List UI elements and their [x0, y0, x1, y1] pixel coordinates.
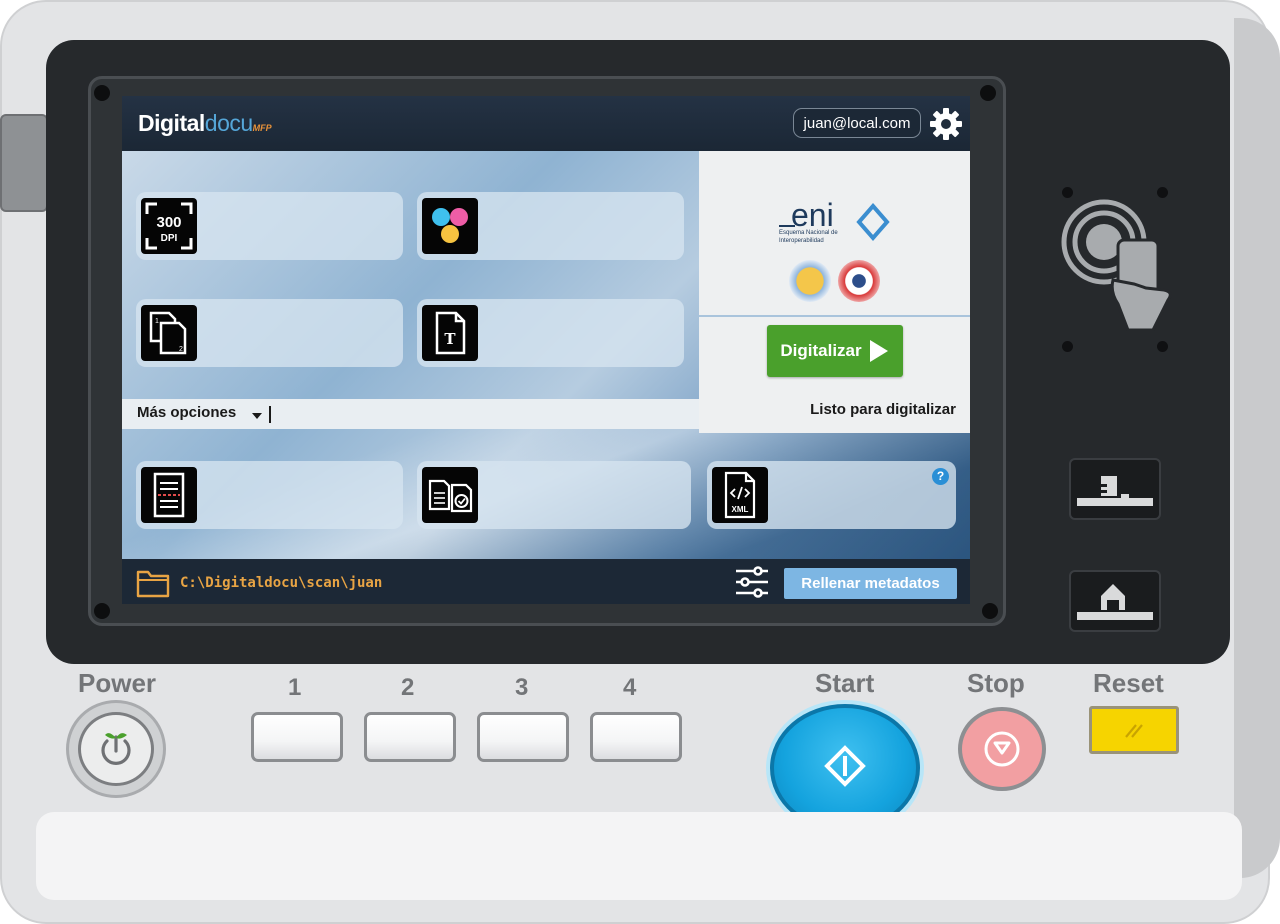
right-panel-divider — [699, 315, 970, 317]
scan-destination-path[interactable]: C:\Digitaldocu\scan\juan — [180, 575, 382, 591]
svg-text:Interoperabilidad: Interoperabilidad — [779, 238, 824, 244]
document-separator-icon — [141, 467, 197, 523]
copy-hardware-key[interactable] — [1069, 458, 1161, 520]
svg-text:300: 300 — [156, 214, 181, 231]
resolution-300dpi-icon: 300 DPI — [141, 198, 197, 254]
nfc-reader-icon — [1061, 199, 1172, 332]
front-tray — [36, 812, 1242, 900]
svg-text:2: 2 — [179, 346, 183, 353]
tile-resolution[interactable]: 300 DPI — [136, 192, 403, 260]
stop-label: Stop — [967, 668, 1025, 698]
power-label: Power — [78, 668, 157, 698]
memory-key-4[interactable] — [590, 712, 682, 762]
more-options-dropdown[interactable]: Más opciones — [137, 404, 236, 421]
eni-logo: eni Esquema Nacional de Interoperabilida… — [779, 197, 890, 244]
scan-frame-icon: 300 DPI — [145, 202, 193, 250]
side-tab — [0, 114, 48, 212]
status-text: Listo para digitalizar — [810, 401, 956, 418]
mfp-device: DigitaldocuMFP juan@local.com 300 DPI 1 … — [0, 0, 1280, 924]
file-format-icon — [422, 467, 478, 523]
memory-key-label-4: 4 — [623, 674, 637, 701]
memory-key-1[interactable] — [251, 712, 343, 762]
svg-text:Esquema Nacional de: Esquema Nacional de — [779, 230, 838, 236]
svg-text:XML: XML — [732, 505, 749, 514]
play-icon — [869, 340, 888, 362]
power-button-face — [78, 712, 154, 786]
memory-key-label-2: 2 — [401, 674, 415, 701]
chevron-down-icon[interactable] — [252, 413, 262, 419]
screen-corner-dot — [982, 603, 998, 619]
home-icon — [1077, 584, 1153, 620]
tile-xml-metadata[interactable]: XML — [707, 461, 956, 529]
document-t-icon: T — [435, 311, 466, 355]
reset-slash-icon — [1125, 724, 1143, 738]
fill-metadata-button[interactable]: Rellenar metadatos — [784, 568, 957, 599]
two-pages-icon: 1 2 — [149, 311, 187, 355]
tile-file-format[interactable] — [417, 461, 691, 529]
documents-check-icon — [428, 479, 473, 513]
reset-label: Reset — [1093, 668, 1164, 698]
duplex-pages-icon: 1 2 — [141, 305, 197, 361]
tile-color-mode[interactable] — [417, 192, 684, 260]
screen-corner-dot — [94, 85, 110, 101]
xml-document-icon: XML — [724, 471, 756, 519]
separator-page-icon — [153, 472, 185, 518]
right-info-panel — [699, 151, 970, 433]
cmy-dots-icon — [432, 208, 468, 243]
gear-icon[interactable] — [928, 106, 964, 142]
nfc-screw-dot — [1062, 341, 1073, 352]
text-cursor — [269, 406, 271, 423]
nfc-screw-dot — [1157, 341, 1168, 352]
help-icon[interactable]: ? — [932, 468, 949, 485]
app-logo: DigitaldocuMFP — [138, 110, 272, 136]
svg-text:DPI: DPI — [161, 233, 178, 244]
top-bar: DigitaldocuMFP juan@local.com — [122, 96, 970, 151]
stop-octagon-icon — [984, 731, 1020, 767]
digitize-button[interactable]: Digitalizar — [767, 325, 903, 377]
reset-button[interactable] — [1089, 706, 1179, 754]
memory-key-label-3: 3 — [515, 674, 529, 701]
tile-document-separation[interactable] — [136, 461, 403, 529]
memory-key-3[interactable] — [477, 712, 569, 762]
text-document-icon: T — [422, 305, 478, 361]
start-label: Start — [815, 668, 875, 698]
power-button[interactable] — [66, 700, 166, 798]
user-account-pill[interactable]: juan@local.com — [793, 108, 921, 138]
memory-key-2[interactable] — [364, 712, 456, 762]
screen-corner-dot — [980, 85, 996, 101]
svg-text:eni: eni — [791, 197, 834, 233]
home-hardware-key[interactable] — [1069, 570, 1161, 632]
certification-seal — [838, 260, 880, 302]
svg-text:1: 1 — [155, 318, 159, 325]
color-mode-icon — [422, 198, 478, 254]
stop-button[interactable] — [958, 707, 1046, 791]
certification-seal — [789, 260, 831, 302]
settings-sliders-icon[interactable] — [734, 566, 770, 598]
memory-key-label-1: 1 — [288, 674, 302, 701]
xml-file-icon: XML — [712, 467, 768, 523]
tile-duplex[interactable]: 1 2 — [136, 299, 403, 367]
copier-icon — [1077, 476, 1153, 506]
touch-screen: DigitaldocuMFP juan@local.com 300 DPI 1 … — [122, 96, 970, 604]
screen-corner-dot — [94, 603, 110, 619]
svg-text:T: T — [444, 330, 456, 348]
start-diamond-icon — [821, 745, 869, 825]
tile-ocr-text[interactable]: T — [417, 299, 684, 367]
bezel-edge — [1234, 18, 1280, 878]
power-icon — [101, 733, 131, 765]
folder-icon[interactable] — [136, 568, 170, 598]
